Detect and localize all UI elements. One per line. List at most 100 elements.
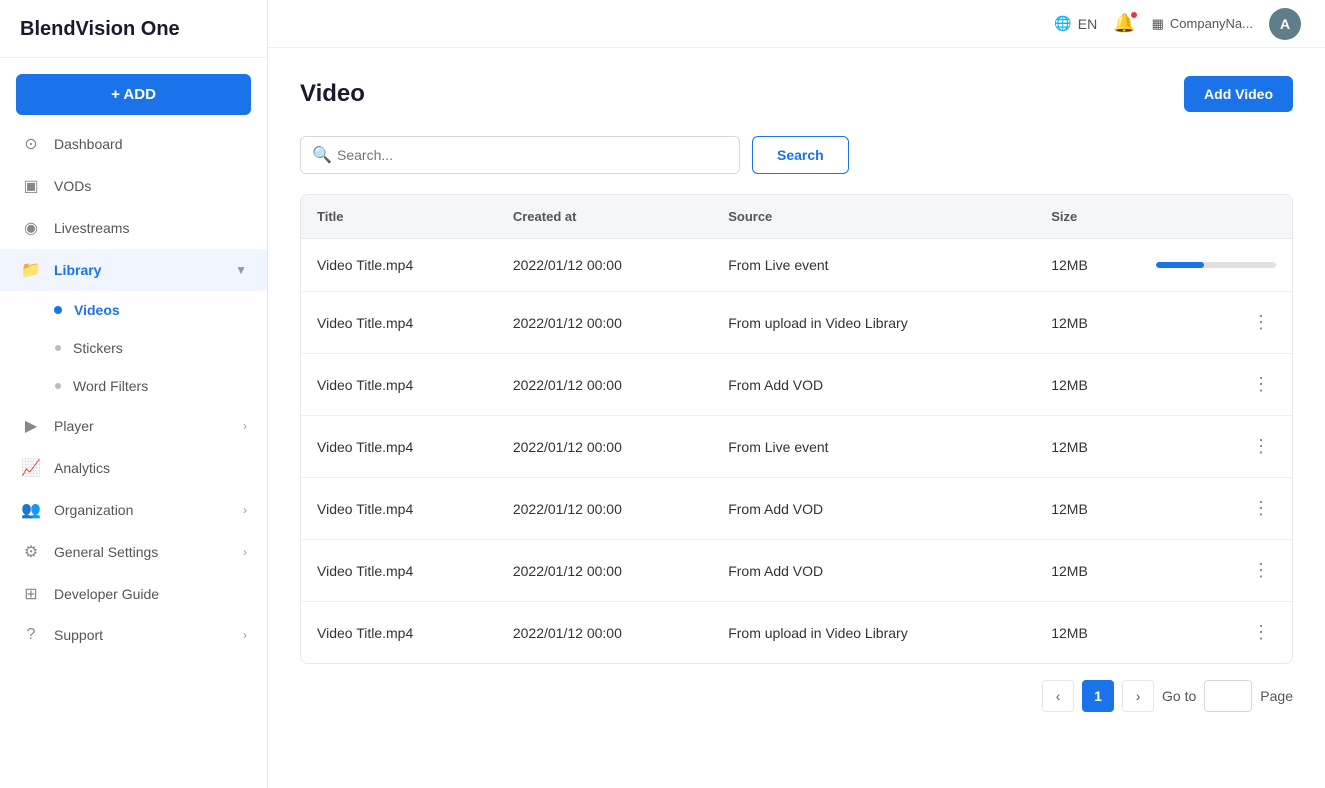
inactive-dot bbox=[55, 345, 61, 351]
cell-actions bbox=[1140, 239, 1292, 292]
cell-source: From Add VOD bbox=[712, 540, 1035, 602]
row-menu-button[interactable]: ⋮ bbox=[1246, 310, 1276, 335]
sidebar-item-label: Support bbox=[54, 627, 103, 643]
current-page[interactable]: 1 bbox=[1082, 680, 1114, 712]
globe-icon: 🌐 bbox=[1054, 15, 1071, 32]
cell-actions: ⋮ bbox=[1140, 292, 1292, 354]
col-created-at: Created at bbox=[497, 195, 712, 239]
notification-bell[interactable]: 🔔 bbox=[1113, 13, 1135, 34]
sidebar-item-livestreams[interactable]: ◉ Livestreams bbox=[0, 207, 267, 249]
progress-bar bbox=[1156, 262, 1276, 268]
row-menu-button[interactable]: ⋮ bbox=[1246, 620, 1276, 645]
livestreams-icon: ◉ bbox=[20, 218, 42, 238]
cell-created-at: 2022/01/12 00:00 bbox=[497, 416, 712, 478]
company-selector[interactable]: ▦ CompanyNa... bbox=[1152, 16, 1253, 32]
sidebar-item-player[interactable]: ▶ Player › bbox=[0, 405, 267, 447]
company-name: CompanyNa... bbox=[1170, 16, 1253, 31]
inactive-dot bbox=[55, 383, 61, 389]
add-video-button[interactable]: Add Video bbox=[1184, 76, 1293, 112]
sidebar-item-label: Livestreams bbox=[54, 220, 129, 236]
cell-title: Video Title.mp4 bbox=[301, 292, 497, 354]
add-button[interactable]: + ADD bbox=[16, 74, 251, 115]
next-page-button[interactable]: › bbox=[1122, 680, 1154, 712]
support-icon: ? bbox=[20, 626, 42, 644]
cell-created-at: 2022/01/12 00:00 bbox=[497, 540, 712, 602]
chevron-right-icon: › bbox=[243, 628, 247, 642]
cell-title: Video Title.mp4 bbox=[301, 416, 497, 478]
pagination-row: ‹ 1 › Go to Page bbox=[300, 664, 1293, 716]
row-menu-button[interactable]: ⋮ bbox=[1246, 558, 1276, 583]
sidebar-item-vods[interactable]: ▣ VODs bbox=[0, 165, 267, 207]
table-row: Video Title.mp42022/01/12 00:00From Live… bbox=[301, 239, 1292, 292]
sidebar-item-label: Dashboard bbox=[54, 136, 123, 152]
cell-source: From upload in Video Library bbox=[712, 602, 1035, 664]
chevron-right-icon: › bbox=[243, 545, 247, 559]
cell-created-at: 2022/01/12 00:00 bbox=[497, 602, 712, 664]
chevron-right-icon: › bbox=[243, 419, 247, 433]
sidebar-item-dashboard[interactable]: ⊙ Dashboard bbox=[0, 123, 267, 165]
cell-size: 12MB bbox=[1035, 416, 1140, 478]
sidebar-item-label: Videos bbox=[74, 302, 120, 318]
cell-source: From Live event bbox=[712, 239, 1035, 292]
cell-title: Video Title.mp4 bbox=[301, 540, 497, 602]
sidebar-item-videos[interactable]: Videos bbox=[0, 291, 267, 329]
search-input[interactable] bbox=[300, 136, 740, 174]
developer-icon: ⊞ bbox=[20, 584, 42, 604]
sidebar-item-developer-guide[interactable]: ⊞ Developer Guide bbox=[0, 573, 267, 615]
row-menu-button[interactable]: ⋮ bbox=[1246, 434, 1276, 459]
app-logo: BlendVision One bbox=[0, 0, 267, 58]
user-avatar[interactable]: A bbox=[1269, 8, 1301, 40]
row-menu-button[interactable]: ⋮ bbox=[1246, 496, 1276, 521]
table-row: Video Title.mp42022/01/12 00:00From Add … bbox=[301, 478, 1292, 540]
sidebar-item-library[interactable]: 📁 Library ▼ bbox=[0, 249, 267, 291]
table-row: Video Title.mp42022/01/12 00:00From uplo… bbox=[301, 602, 1292, 664]
sidebar: BlendVision One + ADD ⊙ Dashboard ▣ VODs… bbox=[0, 0, 268, 788]
cell-actions: ⋮ bbox=[1140, 416, 1292, 478]
language-label: EN bbox=[1078, 16, 1097, 32]
sidebar-item-label: Player bbox=[54, 418, 94, 434]
notification-badge bbox=[1129, 10, 1139, 20]
row-menu-button[interactable]: ⋮ bbox=[1246, 372, 1276, 397]
sidebar-item-analytics[interactable]: 📈 Analytics bbox=[0, 447, 267, 489]
search-row: 🔍 Search bbox=[300, 136, 1293, 174]
cell-created-at: 2022/01/12 00:00 bbox=[497, 292, 712, 354]
col-source: Source bbox=[712, 195, 1035, 239]
sidebar-item-label: Developer Guide bbox=[54, 586, 159, 602]
sidebar-item-stickers[interactable]: Stickers bbox=[0, 329, 267, 367]
cell-actions: ⋮ bbox=[1140, 354, 1292, 416]
sidebar-item-label: General Settings bbox=[54, 544, 158, 560]
cell-title: Video Title.mp4 bbox=[301, 478, 497, 540]
cell-title: Video Title.mp4 bbox=[301, 602, 497, 664]
sidebar-item-label: Library bbox=[54, 262, 101, 278]
vods-icon: ▣ bbox=[20, 176, 42, 196]
sidebar-item-label: Stickers bbox=[73, 340, 123, 356]
organization-icon: 👥 bbox=[20, 500, 42, 520]
cell-size: 12MB bbox=[1035, 354, 1140, 416]
settings-icon: ⚙ bbox=[20, 542, 42, 562]
search-input-wrapper: 🔍 bbox=[300, 136, 740, 174]
language-selector[interactable]: 🌐 EN bbox=[1054, 15, 1097, 32]
cell-source: From upload in Video Library bbox=[712, 292, 1035, 354]
table-header-row: Title Created at Source Size bbox=[301, 195, 1292, 239]
col-actions bbox=[1140, 195, 1292, 239]
cell-size: 12MB bbox=[1035, 540, 1140, 602]
search-icon: 🔍 bbox=[312, 145, 332, 165]
cell-size: 12MB bbox=[1035, 478, 1140, 540]
table-row: Video Title.mp42022/01/12 00:00From Add … bbox=[301, 354, 1292, 416]
cell-title: Video Title.mp4 bbox=[301, 239, 497, 292]
sidebar-item-label: Word Filters bbox=[73, 378, 148, 394]
player-icon: ▶ bbox=[20, 416, 42, 436]
sidebar-item-general-settings[interactable]: ⚙ General Settings › bbox=[0, 531, 267, 573]
sidebar-item-organization[interactable]: 👥 Organization › bbox=[0, 489, 267, 531]
table-row: Video Title.mp42022/01/12 00:00From Add … bbox=[301, 540, 1292, 602]
goto-input[interactable] bbox=[1204, 680, 1252, 712]
sidebar-item-word-filters[interactable]: Word Filters bbox=[0, 367, 267, 405]
sidebar-item-label: Organization bbox=[54, 502, 133, 518]
cell-source: From Add VOD bbox=[712, 354, 1035, 416]
sidebar-item-support[interactable]: ? Support › bbox=[0, 615, 267, 655]
prev-page-button[interactable]: ‹ bbox=[1042, 680, 1074, 712]
search-button[interactable]: Search bbox=[752, 136, 849, 174]
cell-size: 12MB bbox=[1035, 239, 1140, 292]
dashboard-icon: ⊙ bbox=[20, 134, 42, 154]
col-title: Title bbox=[301, 195, 497, 239]
